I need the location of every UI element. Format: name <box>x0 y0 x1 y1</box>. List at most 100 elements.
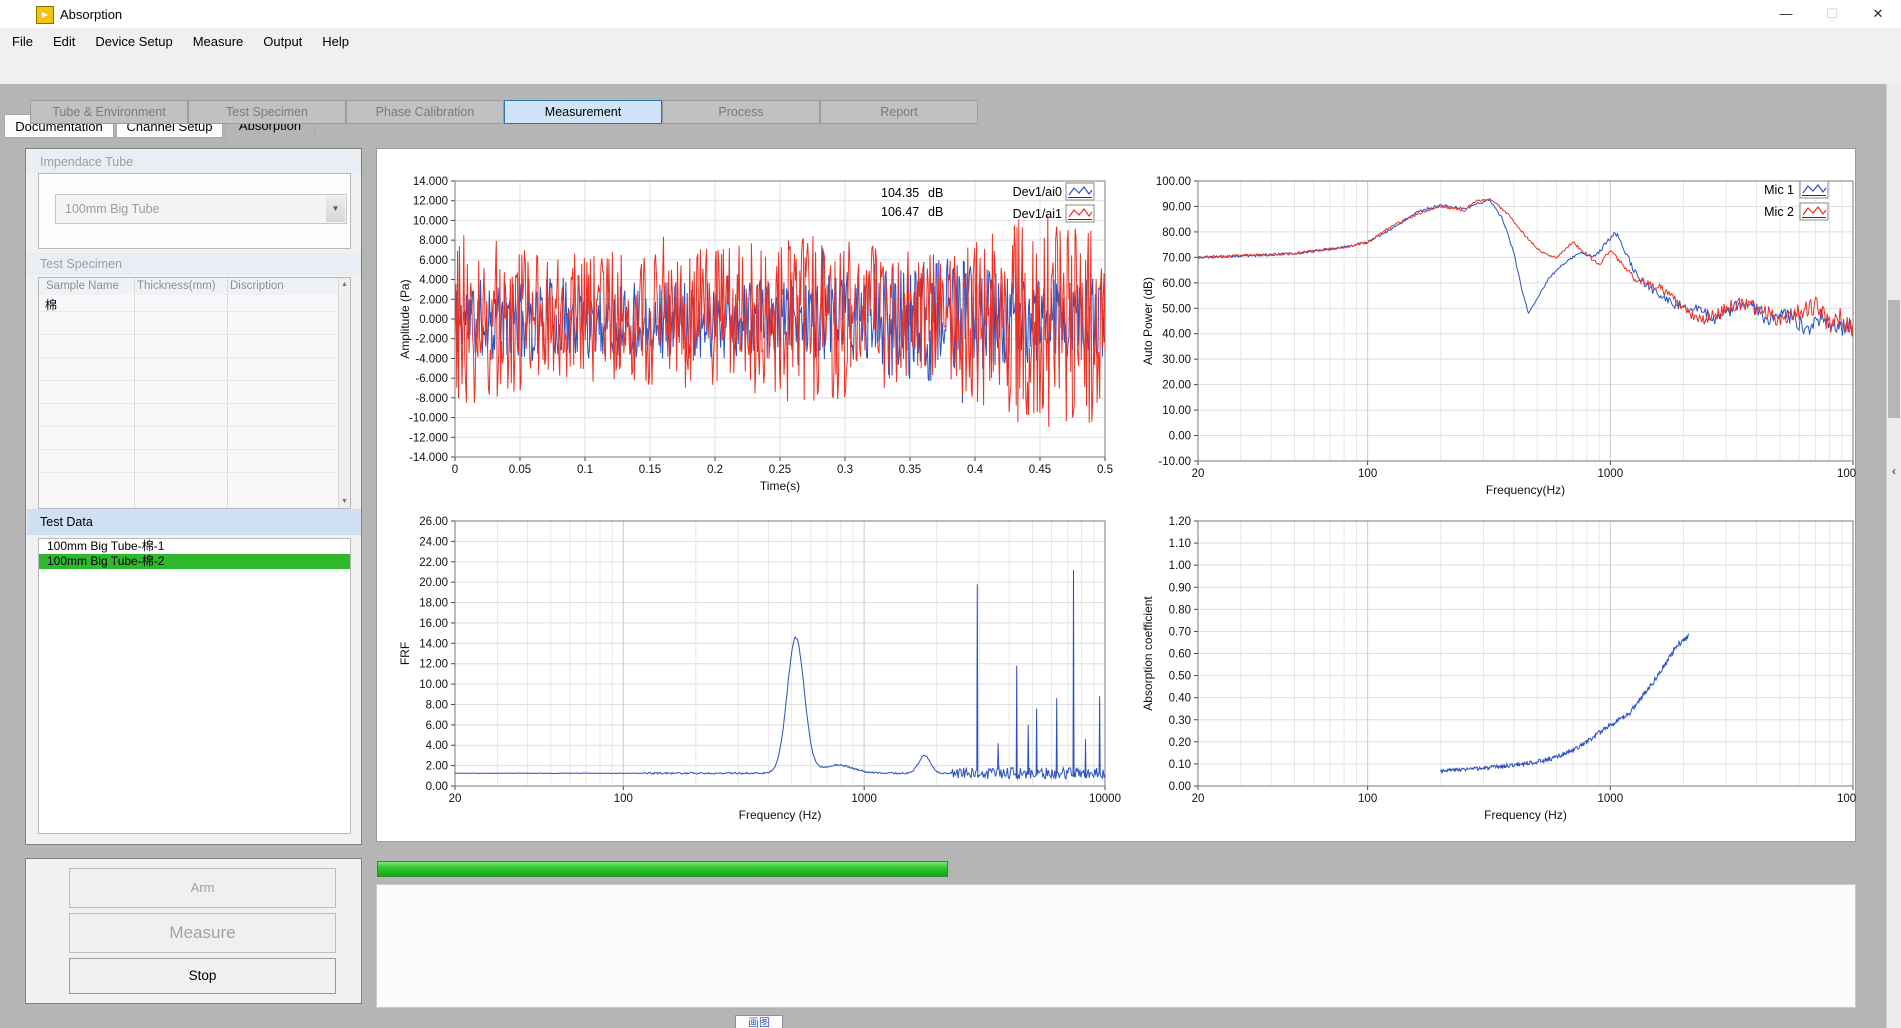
bottom-tab-plot[interactable]: 画图 <box>735 1015 783 1028</box>
svg-text:20: 20 <box>449 793 462 805</box>
svg-text:-4.000: -4.000 <box>415 353 448 365</box>
svg-text:-6.000: -6.000 <box>415 373 448 385</box>
impedance-tube-box: 100mm Big Tube ▼ <box>38 173 351 249</box>
vertical-scrollbar[interactable]: ‹ <box>1886 84 1901 1028</box>
svg-text:10000: 10000 <box>1089 793 1121 805</box>
svg-text:30.00: 30.00 <box>1162 354 1191 366</box>
progress-fill <box>378 862 947 876</box>
svg-text:0.60: 0.60 <box>1169 649 1191 661</box>
svg-text:1000: 1000 <box>1598 468 1624 480</box>
svg-text:0.40: 0.40 <box>1169 693 1191 705</box>
svg-text:100: 100 <box>1358 793 1377 805</box>
impedance-tube-dropdown[interactable]: 100mm Big Tube ▼ <box>55 194 347 224</box>
chart-frf: 0.002.004.006.008.0010.0012.0014.0016.00… <box>398 516 1121 822</box>
subtab-process[interactable]: Process <box>662 100 820 124</box>
panel-collapse-icon[interactable]: ‹ <box>1887 462 1901 480</box>
list-item[interactable]: 100mm Big Tube-棉-2 <box>39 554 350 569</box>
list-item[interactable]: 100mm Big Tube-棉-1 <box>39 539 350 554</box>
svg-text:0.4: 0.4 <box>967 464 984 476</box>
table-scrollbar[interactable]: ▲ ▼ <box>338 278 350 508</box>
stop-button[interactable]: Stop <box>69 958 336 994</box>
svg-text:100: 100 <box>1358 468 1377 480</box>
close-button[interactable]: ✕ <box>1855 0 1901 28</box>
scrollbar-thumb[interactable] <box>1888 300 1900 418</box>
row-line <box>39 380 338 381</box>
svg-text:18.00: 18.00 <box>419 598 448 610</box>
app-icon: ▶ <box>36 6 54 24</box>
x-axis-label: Frequency(Hz) <box>1486 483 1565 497</box>
scroll-up-icon[interactable]: ▲ <box>339 278 350 288</box>
chevron-down-icon[interactable]: ▼ <box>326 196 345 222</box>
svg-text:0.20: 0.20 <box>1169 737 1191 749</box>
test-specimen-title: Test Specimen <box>27 253 361 275</box>
menu-item-device-setup[interactable]: Device Setup <box>85 28 182 56</box>
svg-text:-14.000: -14.000 <box>409 452 448 464</box>
subtab-measurement[interactable]: Measurement <box>504 100 662 124</box>
scroll-down-icon[interactable]: ▼ <box>339 498 350 505</box>
svg-text:10000: 10000 <box>1837 468 1856 480</box>
svg-text:0.1: 0.1 <box>577 464 593 476</box>
svg-text:0.00: 0.00 <box>426 781 448 793</box>
svg-text:26.00: 26.00 <box>419 516 448 528</box>
x-axis-label: Time(s) <box>760 479 800 493</box>
column-divider <box>134 278 135 508</box>
subtab-tube-environment[interactable]: Tube & Environment <box>30 100 188 124</box>
controls-panel: Arm Measure Stop <box>25 858 362 1004</box>
svg-text:20: 20 <box>1192 468 1205 480</box>
svg-text:-10.00: -10.00 <box>1158 456 1191 468</box>
test-data-title: Test Data <box>27 509 361 535</box>
svg-text:0: 0 <box>452 464 458 476</box>
menu-item-measure[interactable]: Measure <box>183 28 254 56</box>
y-axis-label: FRF <box>398 642 412 665</box>
legend-label: Mic 1 <box>1764 183 1794 197</box>
svg-text:1.20: 1.20 <box>1169 516 1191 528</box>
measure-button[interactable]: Measure <box>69 913 336 953</box>
svg-text:2.000: 2.000 <box>419 294 448 306</box>
svg-text:6.000: 6.000 <box>419 255 448 267</box>
maximize-button[interactable]: ☐ <box>1809 0 1855 28</box>
test-data-list: 100mm Big Tube-棉-1 100mm Big Tube-棉-2 <box>38 538 351 834</box>
sidebar-panel: Impendace Tube 100mm Big Tube ▼ Test Spe… <box>25 148 362 845</box>
minimize-button[interactable]: — <box>1763 0 1809 28</box>
menu-item-output[interactable]: Output <box>253 28 312 56</box>
impedance-tube-value: 100mm Big Tube <box>65 195 160 223</box>
column-divider <box>227 278 228 508</box>
svg-text:12.00: 12.00 <box>419 659 448 671</box>
absorption-app: { "window": { "title": "Absorption", "ic… <box>0 0 1901 1028</box>
svg-text:10.00: 10.00 <box>419 679 448 691</box>
column-discription: Discription <box>230 280 284 292</box>
chart-absorption: 0.000.100.200.300.400.500.600.700.800.90… <box>1141 516 1856 822</box>
svg-text:8.000: 8.000 <box>419 235 448 247</box>
subtab-test-specimen[interactable]: Test Specimen <box>188 100 346 124</box>
svg-text:10.000: 10.000 <box>413 215 448 227</box>
legend-label: Dev1/ai1 <box>1013 207 1062 221</box>
level-readout-unit: dB <box>928 186 943 200</box>
subtab-report[interactable]: Report <box>820 100 978 124</box>
svg-text:0.3: 0.3 <box>837 464 853 476</box>
menu-item-file[interactable]: File <box>2 28 43 56</box>
svg-text:0.00: 0.00 <box>1169 781 1191 793</box>
svg-text:90.00: 90.00 <box>1162 201 1191 213</box>
chart-autopower: -10.000.0010.0020.0030.0040.0050.0060.00… <box>1141 176 1856 497</box>
svg-text:80.00: 80.00 <box>1162 227 1191 239</box>
svg-text:20.00: 20.00 <box>419 577 448 589</box>
menu-item-edit[interactable]: Edit <box>43 28 85 56</box>
menu-item-help[interactable]: Help <box>312 28 359 56</box>
subtab-phase-calibration[interactable]: Phase Calibration <box>346 100 504 124</box>
svg-text:12.000: 12.000 <box>413 196 448 208</box>
svg-text:0.05: 0.05 <box>509 464 531 476</box>
svg-text:0.25: 0.25 <box>769 464 791 476</box>
table-header-row: Sample Name Thickness(mm) Discription <box>39 278 350 295</box>
x-axis-label: Frequency (Hz) <box>739 808 822 822</box>
svg-text:20.00: 20.00 <box>1162 380 1191 392</box>
svg-text:0.15: 0.15 <box>639 464 661 476</box>
row-line <box>39 426 338 427</box>
main-tab-strip: Documentation Channel Setup Absorption <box>0 56 1901 84</box>
row-line <box>39 449 338 450</box>
window-title: Absorption <box>60 7 122 22</box>
svg-text:1000: 1000 <box>1598 793 1624 805</box>
svg-text:-12.000: -12.000 <box>409 432 448 444</box>
svg-text:16.00: 16.00 <box>419 618 448 630</box>
svg-text:10000: 10000 <box>1837 793 1856 805</box>
arm-button[interactable]: Arm <box>69 868 336 908</box>
